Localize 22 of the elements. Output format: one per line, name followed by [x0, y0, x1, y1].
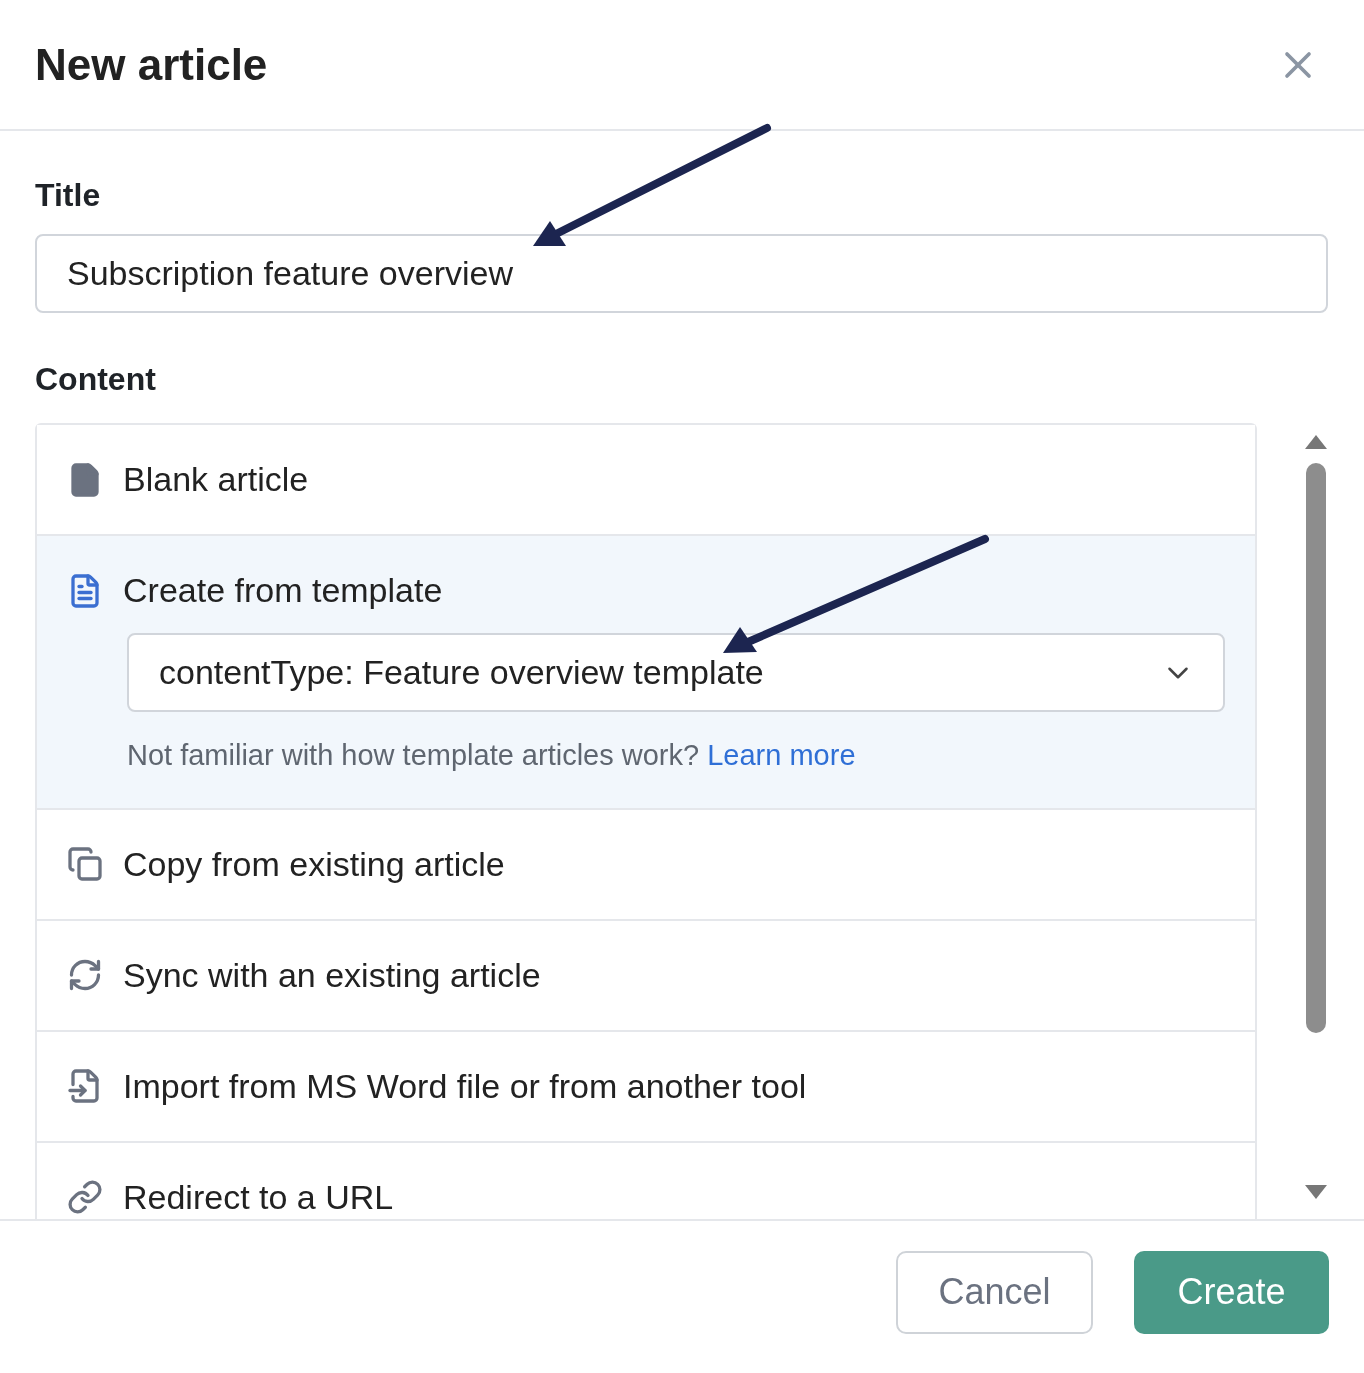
option-label: Copy from existing article	[123, 843, 505, 885]
scrollbar-thumb[interactable]	[1306, 463, 1326, 1033]
cancel-button[interactable]: Cancel	[896, 1250, 1093, 1334]
option-row[interactable]: Create from template contentType: Feature overview template Not familiar with how template articles work? Learn more	[37, 536, 1255, 810]
copy-icon	[67, 846, 103, 882]
field-label: Title	[35, 176, 102, 215]
title-field[interactable]: Subscription feature overview	[35, 234, 1328, 313]
scroll-down-icon[interactable]	[1304, 1183, 1328, 1201]
option-label: Blank article	[123, 459, 309, 500]
template-select[interactable]: contentType: Feature overview template	[127, 633, 1225, 712]
link-icon	[67, 1179, 103, 1215]
option-label: Redirect to a URL	[123, 1176, 394, 1218]
option-label: Create from template	[123, 570, 443, 611]
option-label: Sync with an existing article	[123, 954, 541, 996]
option-label: Import from MS Word file or from another tool	[123, 1065, 807, 1107]
section-label: Content	[35, 360, 157, 399]
help-text: Not familiar with how template articles work? Learn more	[127, 738, 857, 773]
learn-more-link[interactable]: Learn more	[707, 739, 856, 771]
option-row[interactable]: Blank article	[37, 425, 1255, 536]
refresh-icon	[67, 957, 103, 993]
scroll-up-icon[interactable]	[1304, 433, 1328, 451]
dialog-title: New article	[35, 38, 268, 91]
